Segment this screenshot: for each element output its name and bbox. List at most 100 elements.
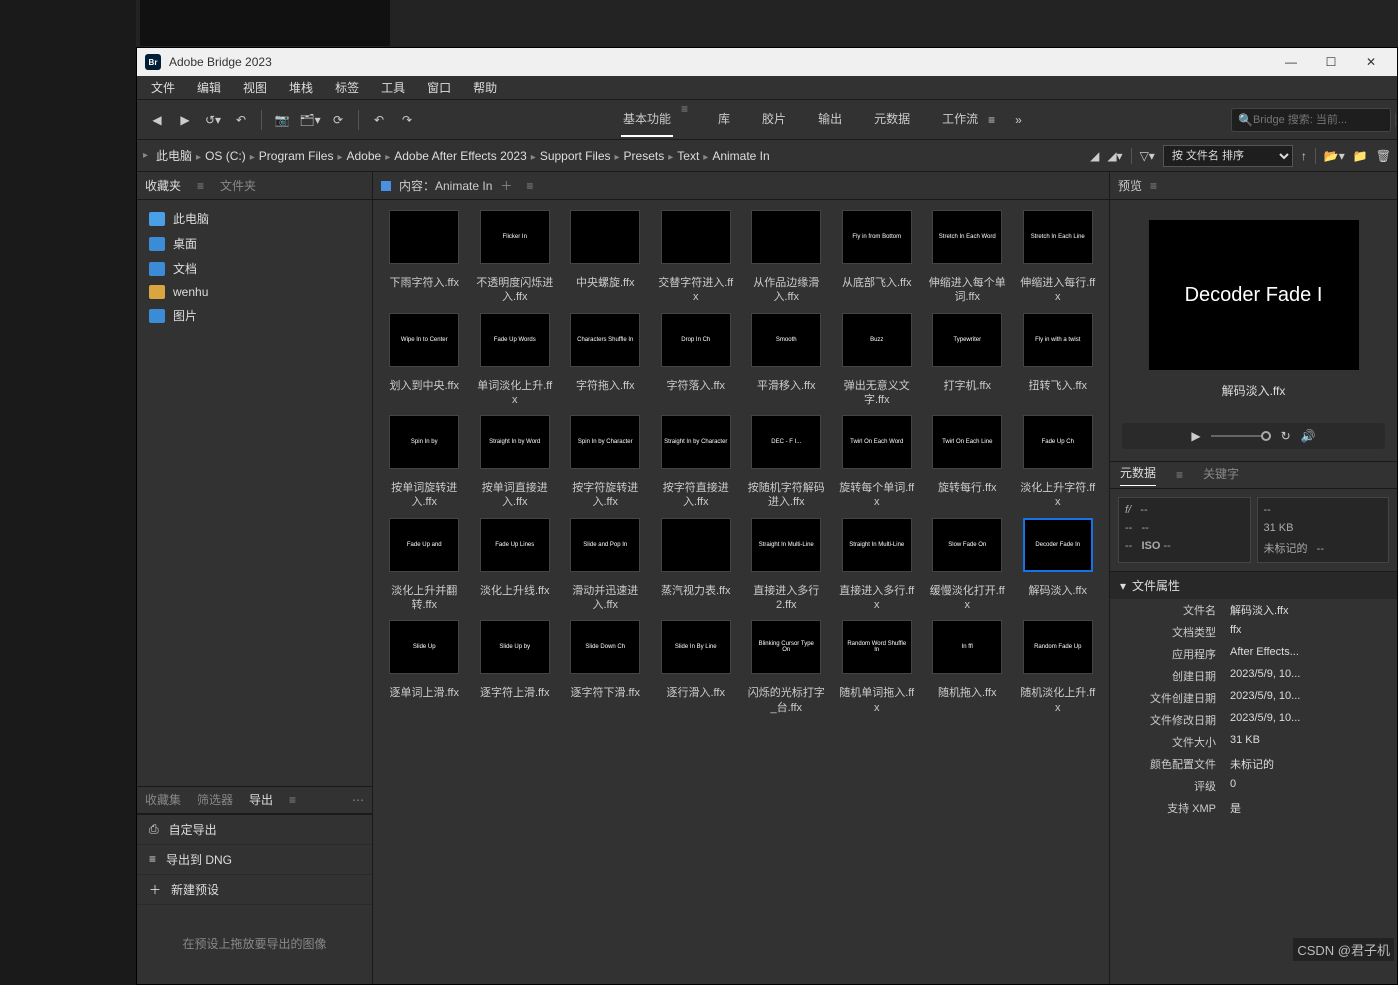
workspace-tab-4[interactable]: 元数据 xyxy=(872,102,912,137)
workspace-menu-icon[interactable]: ≡ xyxy=(988,113,995,127)
star-filter-icon[interactable]: ◢▾ xyxy=(1107,149,1122,163)
forward-button[interactable]: ▶ xyxy=(171,106,199,134)
crumb-2[interactable]: Program Files xyxy=(255,147,338,165)
crumb-0[interactable]: 此电脑 xyxy=(152,147,196,165)
grid-item[interactable]: Decoder Fade In解码淡入.ffx xyxy=(1017,518,1100,613)
grid-item[interactable]: Fade Up Words单词淡化上升.ffx xyxy=(474,313,557,408)
filter-tab[interactable]: 筛选器 xyxy=(197,791,233,808)
boomerang-button[interactable]: ↶ xyxy=(227,106,255,134)
grid-item[interactable]: Twirl On Each Word旋转每个单词.ffx xyxy=(836,415,919,510)
grid-item[interactable]: Characters Shuffle In字符拖入.ffx xyxy=(564,313,647,408)
grid-item[interactable]: 交替字符进入.ffx xyxy=(655,210,738,305)
file-props-header[interactable]: ▾ 文件属性 xyxy=(1110,572,1397,599)
rotate-cw-button[interactable]: ↷ xyxy=(393,106,421,134)
grid-item[interactable]: Fade Up and淡化上升并翻转.ffx xyxy=(383,518,466,613)
camera-button[interactable]: 📷 xyxy=(268,106,296,134)
grid-item[interactable]: Buzz弹出无意义文字.ffx xyxy=(836,313,919,408)
grid-item[interactable]: Random Word Shuffle In随机单词拖入.ffx xyxy=(836,620,919,715)
grid-item[interactable]: Straight In Multi-Line直接进入多行 2.ffx xyxy=(745,518,828,613)
favorites-tab[interactable]: 收藏夹 xyxy=(145,177,181,194)
workspace-tab-0[interactable]: 基本功能 xyxy=(621,102,673,137)
sort-select[interactable]: 按 文件名 排序 xyxy=(1163,145,1293,167)
menu-视图[interactable]: 视图 xyxy=(233,76,277,99)
breadcrumb-root-icon[interactable]: ▸ xyxy=(143,150,148,161)
grid-item[interactable]: Drop In Ch字符落入.ffx xyxy=(655,313,738,408)
grid-item[interactable]: Fly in with a twist扭转飞入.ffx xyxy=(1017,313,1100,408)
menu-标签[interactable]: 标签 xyxy=(325,76,369,99)
export-tab[interactable]: 导出 xyxy=(249,791,273,808)
menu-堆栈[interactable]: 堆栈 xyxy=(279,76,323,99)
favorite-item-1[interactable]: 桌面 xyxy=(137,231,372,256)
menu-帮助[interactable]: 帮助 xyxy=(463,76,507,99)
batch-button[interactable]: 🗂▾ xyxy=(296,106,324,134)
preview-menu-icon[interactable]: ≡ xyxy=(1150,179,1157,193)
grid-item[interactable]: Spin In by按单词旋转进入.ffx xyxy=(383,415,466,510)
grid-item[interactable]: Flicker In不透明度闪烁进入.ffx xyxy=(474,210,557,305)
export-menu-icon[interactable]: ≡ xyxy=(289,793,296,807)
maximize-button[interactable]: ☐ xyxy=(1313,50,1349,74)
trash-icon[interactable]: 🗑 xyxy=(1376,149,1391,163)
minimize-button[interactable]: — xyxy=(1273,50,1309,74)
crumb-6[interactable]: Presets xyxy=(620,147,669,165)
grid-item[interactable]: Straight In by Character按字符直接进入.ffx xyxy=(655,415,738,510)
funnel-icon[interactable]: ▽▾ xyxy=(1140,149,1155,163)
preview-tab[interactable]: 预览 xyxy=(1118,177,1142,194)
metadata-tab[interactable]: 元数据 xyxy=(1120,464,1156,486)
export-dng[interactable]: ≡导出到 DNG xyxy=(137,845,372,875)
grid-item[interactable]: 从作品边缘滑入.ffx xyxy=(745,210,828,305)
loop-button[interactable]: ↻ xyxy=(1281,429,1291,443)
grid-item[interactable]: Slide In By Line逐行滑入.ffx xyxy=(655,620,738,715)
favorites-menu-icon[interactable]: ≡ xyxy=(197,179,204,193)
search-input[interactable] xyxy=(1253,114,1395,126)
folders-tab[interactable]: 文件夹 xyxy=(220,177,256,194)
grid-item[interactable]: Wipe In to Center划入到中央.ffx xyxy=(383,313,466,408)
grid-item[interactable]: Slide Down Ch逐字符下滑.ffx xyxy=(564,620,647,715)
grid-item[interactable]: Slide Up by逐字符上滑.ffx xyxy=(474,620,557,715)
favorite-item-2[interactable]: 文档 xyxy=(137,256,372,281)
crumb-1[interactable]: OS (C:) xyxy=(201,147,250,165)
workspace-tab-1[interactable]: 库 xyxy=(716,102,732,137)
histogram-icon[interactable]: ◢ xyxy=(1090,149,1099,163)
crumb-3[interactable]: Adobe xyxy=(343,147,386,165)
grid-item[interactable]: Slide and Pop In滑动并迅速进入.ffx xyxy=(564,518,647,613)
workspace-tab-5[interactable]: 工作流 xyxy=(940,102,980,137)
grid-item[interactable]: Stretch In Each Word伸缩进入每个单词.ffx xyxy=(926,210,1009,305)
crumb-8[interactable]: Animate In xyxy=(708,147,773,165)
rotate-ccw-button[interactable]: ↶ xyxy=(365,106,393,134)
grid-item[interactable]: Slow Fade On缓慢淡化打开.ffx xyxy=(926,518,1009,613)
panel-options-icon[interactable]: ⋯ xyxy=(352,793,364,807)
play-button[interactable]: ▶ xyxy=(1191,429,1200,443)
crumb-4[interactable]: Adobe After Effects 2023 xyxy=(390,147,531,165)
grid-item[interactable]: Straight In by Word按单词直接进入.ffx xyxy=(474,415,557,510)
menu-编辑[interactable]: 编辑 xyxy=(187,76,231,99)
grid-item[interactable]: 下雨字符入.ffx xyxy=(383,210,466,305)
grid-item[interactable]: Spin In by Character按字符旋转进入.ffx xyxy=(564,415,647,510)
recent-button[interactable]: ↺▾ xyxy=(199,106,227,134)
grid-item[interactable]: Fade Up Ch淡化上升字符.ffx xyxy=(1017,415,1100,510)
workspace-tab-2[interactable]: 胶片 xyxy=(760,102,788,137)
close-button[interactable]: ✕ xyxy=(1353,50,1389,74)
refresh-button[interactable]: ⟳ xyxy=(324,106,352,134)
content-menu-icon[interactable]: ≡ xyxy=(526,179,533,193)
workspace-tab-3[interactable]: 输出 xyxy=(816,102,844,137)
grid-item[interactable]: DEC - F I...按随机字符解码进入.ffx xyxy=(745,415,828,510)
favorite-item-4[interactable]: 图片 xyxy=(137,303,372,328)
menu-文件[interactable]: 文件 xyxy=(141,76,185,99)
grid-item[interactable]: Straight In Multi-Line直接进入多行.ffx xyxy=(836,518,919,613)
grid-item[interactable]: 中央螺旋.ffx xyxy=(564,210,647,305)
export-custom[interactable]: ⎙自定导出 xyxy=(137,815,372,845)
grid-item[interactable]: Slide Up逐单词上滑.ffx xyxy=(383,620,466,715)
grid-item[interactable]: Fly in from Bottom从底部飞入.ffx xyxy=(836,210,919,305)
metadata-menu-icon[interactable]: ≡ xyxy=(1176,468,1183,482)
playback-slider[interactable] xyxy=(1211,435,1271,437)
menu-工具[interactable]: 工具 xyxy=(371,76,415,99)
add-icon[interactable]: ＋ xyxy=(500,177,512,194)
grid-item[interactable]: Twirl On Each Line旋转每行.ffx xyxy=(926,415,1009,510)
back-button[interactable]: ◀ xyxy=(143,106,171,134)
keywords-tab[interactable]: 关键字 xyxy=(1203,465,1239,486)
favorite-item-0[interactable]: 此电脑 xyxy=(137,206,372,231)
menu-窗口[interactable]: 窗口 xyxy=(417,76,461,99)
open-icon[interactable]: 📂▾ xyxy=(1324,149,1345,163)
favorite-item-3[interactable]: wenhu xyxy=(137,281,372,303)
grid-item[interactable]: Smooth平滑移入.ffx xyxy=(745,313,828,408)
